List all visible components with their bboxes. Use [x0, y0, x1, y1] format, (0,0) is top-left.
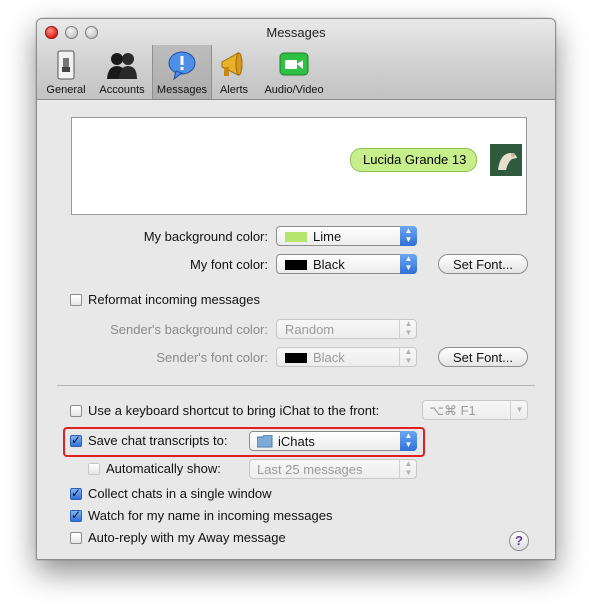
collect-chats-label: Collect chats in a single window	[88, 486, 272, 501]
my-font-popup[interactable]: Black ▲ ▼	[276, 254, 417, 274]
auto-show-value: Last 25 messages	[257, 462, 363, 477]
auto-reply-checkbox[interactable]	[70, 532, 82, 544]
tab-messages[interactable]: Messages	[152, 45, 212, 99]
shortcut-label: Use a keyboard shortcut to bring iChat t…	[88, 403, 380, 418]
people-icon	[107, 53, 137, 79]
preview-bubble: Lucida Grande 13	[350, 148, 478, 172]
black-swatch	[285, 353, 307, 363]
my-background-popup[interactable]: Lime ▲ ▼	[276, 226, 417, 246]
switch-icon	[57, 50, 75, 80]
lime-swatch	[285, 232, 307, 242]
tab-general[interactable]: General	[41, 45, 91, 99]
sender-background-value: Random	[285, 322, 335, 337]
tab-alerts[interactable]: Alerts	[212, 45, 256, 99]
transcripts-folder-popup[interactable]: iChats ▲ ▼	[249, 431, 417, 451]
save-transcripts-checkbox[interactable]	[70, 433, 82, 447]
sender-font-value: Black	[313, 350, 345, 365]
popup-arrows-icon: ▲ ▼	[400, 226, 417, 246]
my-font-label: My font color:	[189, 257, 268, 272]
reformat-label: Reformat incoming messages	[88, 292, 260, 307]
video-camera-icon	[279, 52, 309, 76]
message-preview: Lucida Grande 13	[71, 117, 527, 215]
collect-chats-checkbox[interactable]	[70, 486, 82, 500]
watch-name-checkbox[interactable]	[70, 508, 82, 522]
sender-background-label: Sender's background color:	[110, 322, 268, 337]
watch-name-label: Watch for my name in incoming messages	[88, 508, 333, 523]
shortcut-value: ⌥⌘ F1	[429, 403, 476, 418]
chevron-down-icon: ▼	[510, 400, 528, 420]
window-title: Messages	[266, 25, 326, 40]
sender-set-font-button[interactable]: Set Font...	[438, 347, 528, 367]
megaphone-icon	[221, 52, 243, 76]
folder-icon	[257, 435, 273, 448]
preferences-window: Messages General Accounts Messages Alert…	[36, 18, 556, 560]
tab-accounts-label: Accounts	[99, 84, 145, 96]
auto-show-popup[interactable]: Last 25 messages ▲ ▼	[249, 459, 417, 479]
black-swatch	[285, 260, 307, 270]
shortcut-checkbox[interactable]	[70, 405, 82, 417]
my-font-value: Black	[313, 257, 345, 272]
help-button[interactable]: ?	[509, 531, 529, 551]
popup-arrows-icon: ▲ ▼	[399, 459, 417, 479]
tab-messages-label: Messages	[156, 84, 208, 96]
popup-arrows-icon: ▲ ▼	[400, 254, 417, 274]
sender-font-label: Sender's font color:	[156, 350, 268, 365]
tab-accounts[interactable]: Accounts	[93, 45, 151, 99]
divider	[57, 385, 535, 386]
tab-audio-video[interactable]: Audio/Video	[259, 45, 329, 99]
tab-alerts-label: Alerts	[219, 84, 249, 96]
transcripts-folder-value: iChats	[278, 434, 315, 449]
auto-show-checkbox[interactable]	[88, 463, 100, 475]
sender-font-popup[interactable]: Black ▲ ▼	[276, 347, 417, 367]
set-font-button[interactable]: Set Font...	[438, 254, 528, 274]
my-background-label: My background color:	[143, 229, 268, 244]
popup-arrows-icon: ▲ ▼	[399, 319, 417, 339]
tab-audio-video-label: Audio/Video	[264, 84, 324, 96]
popup-arrows-icon: ▲ ▼	[400, 431, 417, 451]
my-background-value: Lime	[313, 229, 342, 244]
popup-arrows-icon: ▲ ▼	[399, 347, 417, 367]
sender-background-popup[interactable]: Random ▲ ▼	[276, 319, 417, 339]
tab-general-label: General	[46, 84, 86, 96]
title-bar: Messages General Accounts Messages Alert…	[37, 19, 555, 100]
shortcut-popup[interactable]: ⌥⌘ F1 ▼	[422, 400, 528, 420]
reformat-checkbox[interactable]	[70, 294, 82, 306]
message-bubble-icon	[168, 51, 196, 81]
auto-show-label: Automatically show:	[106, 461, 221, 476]
save-transcripts-label: Save chat transcripts to:	[88, 433, 228, 448]
avatar	[490, 144, 522, 176]
auto-reply-label: Auto-reply with my Away message	[88, 530, 286, 545]
